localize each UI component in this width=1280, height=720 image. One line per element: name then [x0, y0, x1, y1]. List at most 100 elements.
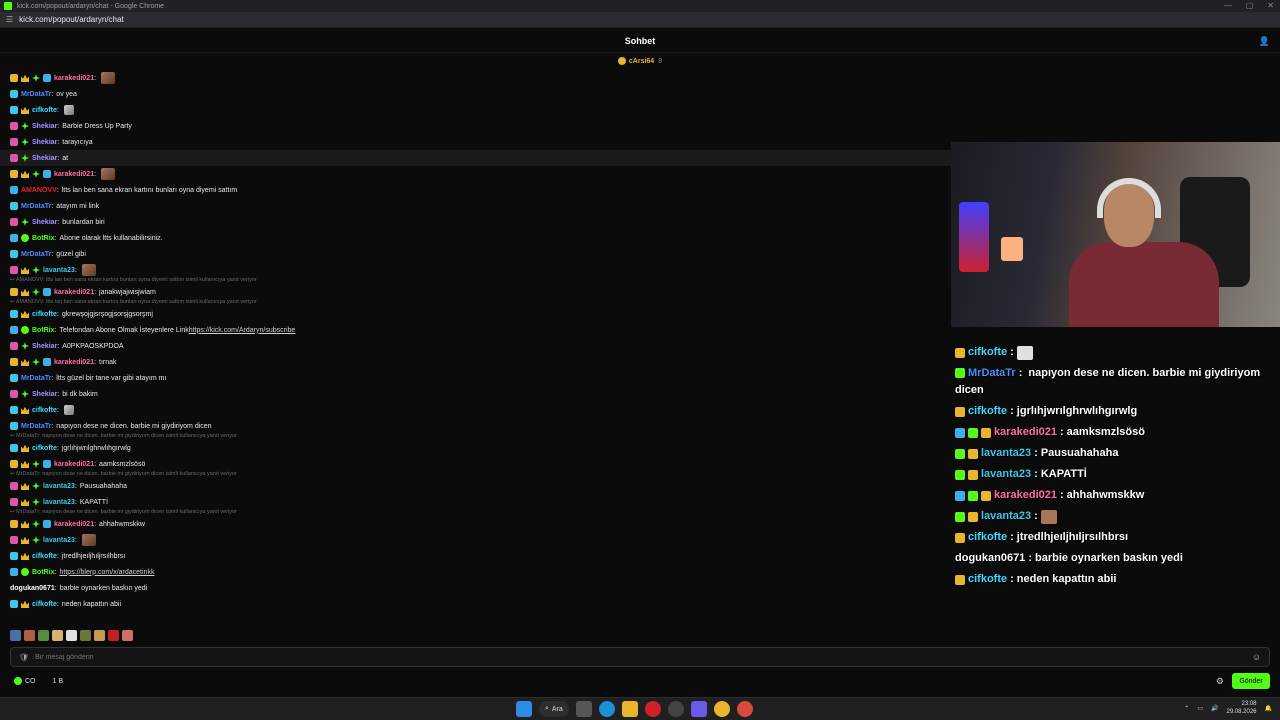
chat-message[interactable]: BotRix: https://blerp.com/x/ardacetinkk	[0, 564, 950, 580]
kicks-balance[interactable]: 1 B	[50, 678, 64, 685]
vip-badge-icon[interactable]	[10, 342, 18, 350]
message-username[interactable]: cifkofte	[32, 311, 57, 318]
chat-message[interactable]: Shekiar: bi dk bakim	[0, 386, 950, 402]
gear-icon[interactable]: ⚙	[1216, 676, 1224, 687]
message-username[interactable]: cifkofte	[32, 553, 57, 560]
crown-badge-icon[interactable]	[21, 482, 29, 490]
og-badge-icon[interactable]	[21, 154, 29, 162]
chat-message[interactable]: lavanta23:	[0, 532, 950, 548]
message-link[interactable]: https://kick.com/Ardaryn/subscribe	[189, 327, 296, 334]
message-link[interactable]: https://blerp.com/x/ardacetinkk	[60, 569, 155, 576]
vip-badge-icon[interactable]	[10, 498, 18, 506]
sub-badge-icon[interactable]	[10, 170, 18, 178]
steam-icon[interactable]	[667, 701, 684, 717]
bot-badge-icon[interactable]	[10, 568, 18, 576]
message-username[interactable]: lavanta23	[43, 267, 75, 274]
clock[interactable]: 23:08 29.08.2026	[1226, 700, 1256, 716]
message-username[interactable]: BotRix	[32, 327, 55, 334]
message-username[interactable]: karakedi021	[54, 461, 94, 468]
ver-badge-icon[interactable]	[21, 326, 29, 334]
chat-message[interactable]: cifkofte:	[0, 102, 950, 118]
chat-message[interactable]: AMANOVV: ltts lan ben sana ekran kartını …	[0, 182, 950, 198]
mod-badge-icon[interactable]	[10, 106, 18, 114]
message-username[interactable]: Shekiar	[32, 219, 57, 226]
quick-emote-icon[interactable]	[66, 630, 77, 641]
og-badge-icon[interactable]	[32, 482, 40, 490]
mod-badge-icon[interactable]	[10, 374, 18, 382]
mod-badge-icon[interactable]	[10, 600, 18, 608]
sub-badge-icon[interactable]	[10, 460, 18, 468]
crown-badge-icon[interactable]	[21, 498, 29, 506]
chat-message[interactable]: dogukan0671: barbie oynarken baskın yedi	[0, 580, 950, 596]
opera-icon[interactable]	[644, 701, 661, 717]
message-username[interactable]: lavanta23	[43, 499, 75, 506]
mod-badge-icon[interactable]	[10, 202, 18, 210]
chat-message[interactable]: BotRix: Telefondan Abone Olmak İsteyenler…	[0, 322, 950, 338]
message-username[interactable]: Shekiar	[32, 343, 57, 350]
emote-icon[interactable]	[81, 264, 96, 276]
og-badge-icon[interactable]	[21, 122, 29, 130]
message-username[interactable]: MrDataTr	[21, 375, 51, 382]
file-explorer-icon[interactable]	[621, 701, 638, 717]
og-badge-icon[interactable]	[32, 520, 40, 528]
sub-badge-icon[interactable]	[10, 520, 18, 528]
bot-badge-icon[interactable]	[10, 326, 18, 334]
message-username[interactable]: lavanta23	[43, 537, 75, 544]
message-username[interactable]: karakedi021	[54, 75, 94, 82]
chat-message-list[interactable]: karakedi021: MrDataTr: ov yea cifkofte: Shek…	[0, 70, 1280, 630]
message-username[interactable]: dogukan0671	[10, 585, 55, 592]
message-username[interactable]: MrDataTr	[21, 251, 51, 258]
network-icon[interactable]: ▭	[1197, 705, 1203, 712]
og-badge-icon[interactable]	[32, 358, 40, 366]
message-username[interactable]: cifkofte	[32, 107, 57, 114]
crown-badge-icon[interactable]	[21, 288, 29, 296]
crown-badge-icon[interactable]	[21, 444, 29, 452]
crown-badge-icon[interactable]	[21, 266, 29, 274]
message-username[interactable]: karakedi021	[54, 171, 94, 178]
message-username[interactable]: karakedi021	[54, 359, 94, 366]
send-button[interactable]: Gönder	[1232, 673, 1270, 689]
quick-emote-icon[interactable]	[80, 630, 91, 641]
message-username[interactable]: cifkofte	[32, 601, 57, 608]
quick-emote-icon[interactable]	[10, 630, 21, 641]
chat-message[interactable]: karakedi021: tırnak	[0, 354, 950, 370]
mod-badge-icon[interactable]	[10, 90, 18, 98]
site-info-icon[interactable]: ☰	[6, 15, 13, 24]
message-username[interactable]: karakedi021	[54, 521, 94, 528]
message-username[interactable]: BotRix	[32, 569, 55, 576]
og-badge-icon[interactable]	[32, 266, 40, 274]
crown-badge-icon[interactable]	[21, 520, 29, 528]
vip-badge-icon[interactable]	[10, 536, 18, 544]
og-badge-icon[interactable]	[21, 342, 29, 350]
chat-message[interactable]: cifkofte: jgrlıhjwrılghrwlıhgırwlg	[0, 440, 950, 456]
sub-badge-icon[interactable]	[10, 358, 18, 366]
crown-badge-icon[interactable]	[21, 600, 29, 608]
crown-badge-icon[interactable]	[21, 460, 29, 468]
emote-icon[interactable]	[101, 72, 116, 84]
bot-badge-icon[interactable]	[43, 74, 51, 82]
chat-message[interactable]: MrDataTr: ltts güzel bir tane var gibi at…	[0, 370, 950, 386]
message-username[interactable]: MrDataTr	[21, 91, 51, 98]
vip-badge-icon[interactable]	[10, 122, 18, 130]
mod-badge-icon[interactable]	[10, 422, 18, 430]
sub-badge-icon[interactable]	[10, 74, 18, 82]
message-username[interactable]: lavanta23	[43, 483, 75, 490]
vip-badge-icon[interactable]	[10, 266, 18, 274]
chat-message[interactable]: MrDataTr: atayım mi link	[0, 198, 950, 214]
vip-badge-icon[interactable]	[10, 218, 18, 226]
sub-badge-icon[interactable]	[10, 288, 18, 296]
chat-message[interactable]: Shekiar: Barbie Dress Up Party	[0, 118, 950, 134]
chat-message[interactable]: Shekiar: bunlardan biri	[0, 214, 950, 230]
emote-icon[interactable]	[63, 405, 74, 415]
bot-badge-icon[interactable]	[43, 460, 51, 468]
bot-badge-icon[interactable]	[10, 234, 18, 242]
chat-message[interactable]: cifkofte: neden kapattın abii	[0, 596, 950, 612]
emote-icon[interactable]	[81, 534, 96, 546]
emoji-picker-icon[interactable]: ☺	[1252, 652, 1261, 662]
chat-message[interactable]: BotRix: Abone olarak ltts kullanabilirsin…	[0, 230, 950, 246]
og-badge-icon[interactable]	[32, 536, 40, 544]
message-username[interactable]: Shekiar	[32, 391, 57, 398]
close-icon[interactable]: ✕	[1267, 0, 1274, 12]
chat-message[interactable]: karakedi021:	[0, 70, 950, 86]
message-username[interactable]: cifkofte	[32, 407, 57, 414]
